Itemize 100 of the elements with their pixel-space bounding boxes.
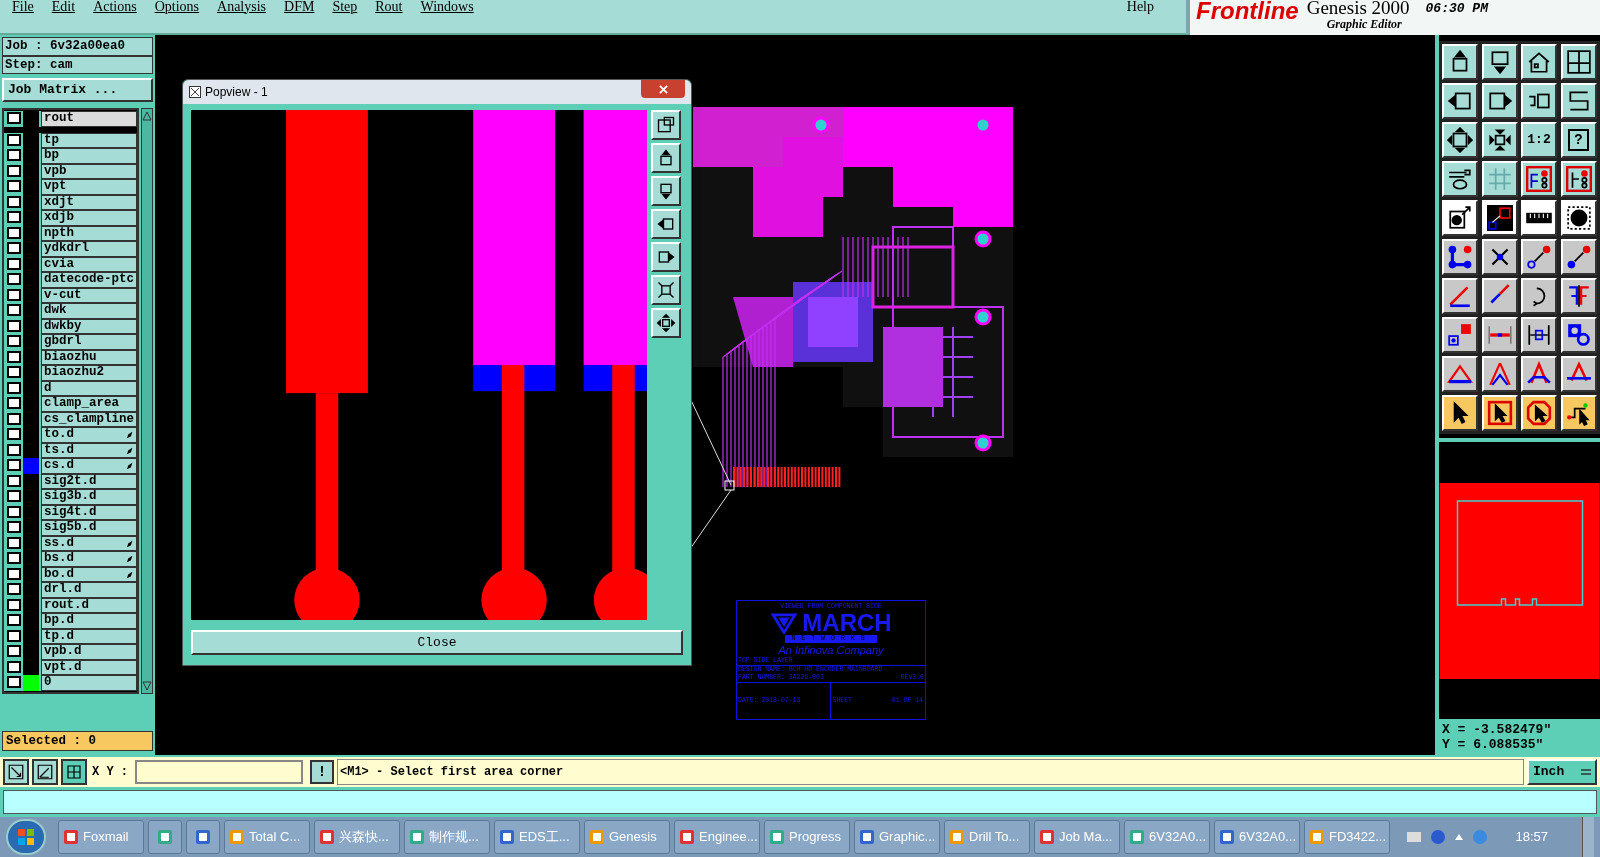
layer-row[interactable]: datecode-ptc bbox=[4, 272, 137, 288]
layer-checkbox[interactable] bbox=[7, 397, 21, 409]
tool-button[interactable] bbox=[1560, 317, 1597, 353]
layer-checkbox[interactable] bbox=[7, 242, 21, 254]
layer-checkbox[interactable] bbox=[7, 490, 21, 502]
tool-button[interactable] bbox=[1481, 239, 1518, 275]
layer-row[interactable]: gbdrl bbox=[4, 334, 137, 350]
tool-button[interactable] bbox=[1442, 278, 1478, 314]
taskbar-button[interactable] bbox=[148, 820, 182, 854]
tool-button[interactable] bbox=[1560, 395, 1597, 431]
layer-checkbox[interactable] bbox=[7, 366, 21, 378]
view-button[interactable] bbox=[651, 176, 681, 206]
menu-item[interactable]: Windows bbox=[420, 0, 474, 14]
show-desktop-button[interactable] bbox=[1582, 817, 1594, 857]
layer-checkbox[interactable] bbox=[7, 428, 21, 440]
layer-checkbox[interactable] bbox=[7, 459, 21, 471]
layer-row[interactable]: tp bbox=[4, 132, 137, 148]
tool-button[interactable] bbox=[1481, 44, 1518, 80]
layer-checkbox[interactable] bbox=[7, 645, 21, 657]
menu-item[interactable]: Actions bbox=[93, 0, 137, 14]
layer-checkbox[interactable] bbox=[7, 149, 21, 161]
layer-checkbox[interactable] bbox=[7, 257, 21, 270]
tool-button[interactable] bbox=[1560, 83, 1597, 119]
layer-row[interactable]: vpb.d bbox=[4, 644, 137, 660]
layer-checkbox[interactable] bbox=[7, 629, 21, 642]
layer-row[interactable]: drl.d bbox=[4, 582, 137, 598]
layer-checkbox[interactable] bbox=[7, 474, 21, 487]
menu-item[interactable]: Step bbox=[332, 0, 358, 14]
tool-button[interactable] bbox=[1521, 395, 1557, 431]
tool-button[interactable] bbox=[1521, 317, 1557, 353]
command-button[interactable] bbox=[32, 759, 58, 785]
tool-button[interactable] bbox=[1521, 239, 1557, 275]
layer-checkbox[interactable] bbox=[7, 273, 21, 285]
layer-row[interactable]: sig3b.d bbox=[4, 489, 137, 505]
tool-button[interactable] bbox=[1521, 44, 1557, 80]
scroll-up-icon[interactable] bbox=[142, 111, 152, 121]
layer-checkbox[interactable] bbox=[7, 195, 21, 208]
tool-button[interactable] bbox=[1442, 317, 1478, 353]
menu-item[interactable]: DFM bbox=[284, 0, 315, 14]
layer-checkbox[interactable] bbox=[7, 350, 21, 363]
layer-row[interactable]: bs.d bbox=[4, 551, 137, 567]
view-button[interactable] bbox=[651, 242, 681, 272]
tool-button[interactable] bbox=[1481, 122, 1518, 158]
layer-checkbox[interactable] bbox=[7, 552, 21, 564]
layer-row[interactable]: sig5b.d bbox=[4, 520, 137, 536]
layer-checkbox[interactable] bbox=[7, 304, 21, 316]
layer-row[interactable]: biaozhu2 bbox=[4, 365, 137, 381]
tool-button[interactable] bbox=[1442, 44, 1478, 80]
command-button[interactable] bbox=[61, 759, 87, 785]
tool-button[interactable] bbox=[1442, 122, 1478, 158]
layer-checkbox[interactable] bbox=[7, 660, 21, 673]
layer-checkbox[interactable] bbox=[7, 180, 21, 192]
tool-button[interactable] bbox=[1560, 161, 1597, 197]
tool-button[interactable] bbox=[1442, 83, 1478, 119]
menu-item[interactable]: Analysis bbox=[217, 0, 267, 14]
alert-button[interactable]: ! bbox=[310, 760, 334, 784]
menu-item[interactable]: Options bbox=[154, 0, 200, 14]
tool-button[interactable] bbox=[1481, 200, 1518, 236]
view-button[interactable] bbox=[651, 143, 681, 173]
tool-button[interactable] bbox=[1442, 161, 1478, 197]
layer-checkbox[interactable] bbox=[7, 614, 21, 626]
layer-checkbox[interactable] bbox=[7, 443, 21, 456]
view-button[interactable] bbox=[651, 110, 681, 140]
tool-button[interactable] bbox=[1442, 356, 1478, 392]
layer-checkbox[interactable] bbox=[7, 583, 21, 595]
layer-checkbox[interactable] bbox=[7, 288, 21, 301]
layer-row[interactable]: ydkdrl bbox=[4, 241, 137, 257]
tool-button[interactable] bbox=[1481, 83, 1518, 119]
tool-button[interactable] bbox=[1442, 200, 1478, 236]
tool-button[interactable] bbox=[1521, 356, 1557, 392]
tool-button[interactable] bbox=[1521, 200, 1557, 236]
layer-checkbox[interactable] bbox=[7, 598, 21, 611]
layer-checkbox[interactable] bbox=[7, 381, 21, 394]
menu-item[interactable]: File bbox=[12, 0, 34, 14]
layer-checkbox[interactable] bbox=[7, 676, 21, 688]
tool-button[interactable] bbox=[1560, 44, 1597, 80]
tool-button[interactable] bbox=[1481, 356, 1518, 392]
layer-checkbox[interactable] bbox=[7, 521, 21, 533]
tool-button[interactable] bbox=[1521, 278, 1557, 314]
layer-row[interactable]: rout bbox=[4, 111, 137, 127]
start-button[interactable] bbox=[6, 819, 46, 855]
menu-item[interactable]: Help bbox=[1126, 0, 1154, 14]
tool-button[interactable] bbox=[1521, 83, 1557, 119]
tool-button[interactable] bbox=[1481, 161, 1518, 197]
job-matrix-button[interactable]: Job Matrix ... bbox=[2, 78, 153, 102]
layer-row[interactable]: 0 bbox=[4, 675, 137, 691]
layer-checkbox[interactable] bbox=[7, 536, 21, 549]
tool-button[interactable] bbox=[1481, 395, 1518, 431]
layer-row[interactable]: dwk bbox=[4, 303, 137, 319]
layer-checkbox[interactable] bbox=[7, 211, 21, 223]
tool-button[interactable] bbox=[1481, 317, 1518, 353]
command-button[interactable] bbox=[3, 759, 29, 785]
layer-checkbox[interactable] bbox=[7, 335, 21, 347]
layer-row[interactable]: cs.d bbox=[4, 458, 137, 474]
tool-button[interactable] bbox=[1560, 239, 1597, 275]
layer-row[interactable]: bp bbox=[4, 148, 137, 164]
xy-input-field[interactable] bbox=[135, 760, 303, 784]
menu-item[interactable]: Edit bbox=[51, 0, 76, 14]
units-dropdown[interactable]: Inch bbox=[1527, 759, 1597, 785]
layer-row[interactable]: clamp_area bbox=[4, 396, 137, 412]
